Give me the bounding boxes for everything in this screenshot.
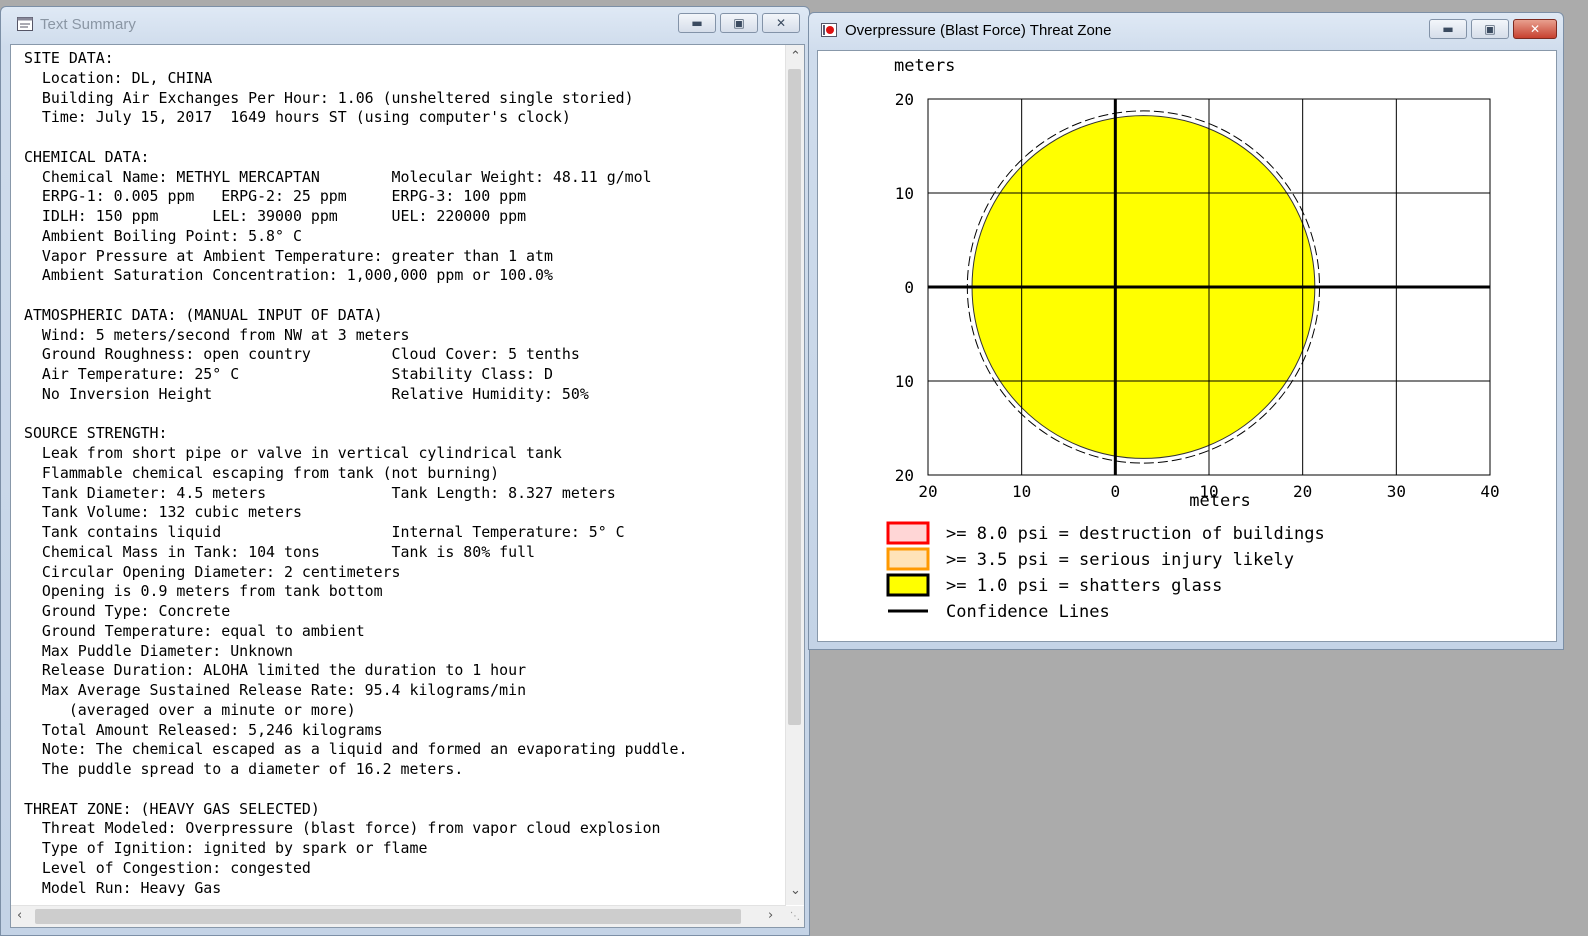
y-tick-label: 20 bbox=[895, 90, 914, 109]
minimize-button[interactable]: ▬ bbox=[1429, 19, 1467, 39]
summary-line: Max Puddle Diameter: Unknown bbox=[24, 641, 293, 660]
x-axis-label: meters bbox=[1189, 491, 1250, 511]
x-tick-label: 30 bbox=[1387, 482, 1406, 501]
legend-swatch bbox=[886, 547, 930, 571]
summary-line: ATMOSPHERIC DATA: (MANUAL INPUT OF DATA) bbox=[24, 305, 383, 324]
legend-label: >= 8.0 psi = destruction of buildings bbox=[946, 524, 1325, 544]
y-axis-label: meters bbox=[894, 56, 955, 76]
x-tick-label: 0 bbox=[1111, 482, 1121, 501]
document-icon bbox=[17, 17, 33, 31]
close-button[interactable]: ✕ bbox=[1513, 19, 1557, 39]
close-icon: ✕ bbox=[775, 16, 787, 30]
threat-zone-plot-area: 20 10 0 10 20 30 40 20 10 0 10 20 >= 8.0 psi = destr… bbox=[817, 50, 1557, 642]
summary-line: Building Air Exchanges Per Hour: 1.06 (u… bbox=[24, 88, 634, 107]
summary-line: Time: July 15, 2017 1649 hours ST (using… bbox=[24, 108, 571, 127]
summary-line: Note: The chemical escaped as a liquid a… bbox=[24, 740, 688, 759]
close-icon: ✕ bbox=[1529, 22, 1541, 36]
legend-label: >= 3.5 psi = serious injury likely bbox=[946, 550, 1294, 570]
summary-line: Circular Opening Diameter: 2 centimeters bbox=[24, 562, 401, 581]
maximize-button[interactable]: ▣ bbox=[720, 13, 758, 33]
horizontal-scroll-thumb[interactable] bbox=[35, 909, 741, 924]
legend-label: Confidence Lines bbox=[946, 602, 1110, 622]
summary-line: Ground Roughness: open country Cloud Cov… bbox=[24, 345, 580, 364]
legend-swatch bbox=[886, 573, 930, 597]
vertical-scroll-thumb[interactable] bbox=[788, 69, 801, 725]
vertical-scrollbar[interactable]: ⌃ ⌄ bbox=[785, 45, 804, 905]
summary-line: Flammable chemical escaping from tank (n… bbox=[24, 463, 500, 482]
summary-line: SOURCE STRENGTH: bbox=[24, 424, 168, 443]
summary-line: Location: DL, CHINA bbox=[24, 68, 213, 87]
threat-zone-titlebar[interactable]: Overpressure (Blast Force) Threat Zone ▬… bbox=[809, 13, 1563, 49]
summary-line: Vapor Pressure at Ambient Temperature: g… bbox=[24, 246, 553, 265]
y-tick-label: 10 bbox=[895, 184, 914, 203]
text-summary-content: SITE DATA: Location: DL, CHINA Building … bbox=[10, 44, 805, 928]
summary-line: IDLH: 150 ppm LEL: 39000 ppm UEL: 220000… bbox=[24, 207, 527, 225]
window-title: Text Summary bbox=[40, 16, 136, 33]
maximize-icon: ▣ bbox=[1484, 22, 1496, 36]
text-summary-window: Text Summary ▬ ▣ ✕ SITE DATA: Location: … bbox=[0, 6, 810, 936]
x-tick-label: 20 bbox=[918, 482, 937, 501]
summary-line: Opening is 0.9 meters from tank bottom bbox=[24, 582, 383, 601]
summary-line: Ambient Boiling Point: 5.8° C bbox=[24, 226, 302, 245]
summary-line: Level of Congestion: congested bbox=[24, 858, 311, 877]
maximize-button[interactable]: ▣ bbox=[1471, 19, 1509, 39]
summary-line: Type of Ignition: ignited by spark or fl… bbox=[24, 839, 428, 857]
legend-swatch bbox=[886, 521, 930, 545]
summary-line: No Inversion Height Relative Humidity: 5… bbox=[24, 384, 589, 403]
summary-line: Chemical Name: METHYL MERCAPTAN Molecula… bbox=[24, 167, 652, 186]
summary-line: ERPG-1: 0.005 ppm ERPG-2: 25 ppm ERPG-3:… bbox=[24, 187, 527, 206]
y-tick-label: 20 bbox=[895, 466, 914, 485]
y-tick-label: 0 bbox=[904, 278, 914, 297]
summary-line: Tank contains liquid Internal Temperatur… bbox=[24, 523, 625, 541]
summary-line: Model Run: Heavy Gas bbox=[24, 878, 222, 897]
text-summary-titlebar[interactable]: Text Summary ▬ ▣ ✕ bbox=[1, 7, 809, 43]
minimize-icon: ▬ bbox=[691, 16, 703, 30]
scroll-left-icon[interactable]: ‹ bbox=[17, 908, 22, 924]
summary-line: Air Temperature: 25° C Stability Class: … bbox=[24, 365, 553, 383]
summary-line: Release Duration: ALOHA limited the dura… bbox=[24, 661, 527, 680]
summary-line: Tank Diameter: 4.5 meters Tank Length: 8… bbox=[24, 483, 616, 502]
summary-line: Tank Volume: 132 cubic meters bbox=[24, 503, 302, 522]
summary-line: Wind: 5 meters/second from NW at 3 meter… bbox=[24, 325, 410, 344]
window-title: Overpressure (Blast Force) Threat Zone bbox=[845, 22, 1112, 39]
scroll-down-icon[interactable]: ⌄ bbox=[790, 883, 801, 899]
summary-line: SITE DATA: bbox=[24, 49, 114, 67]
summary-line: Threat Modeled: Overpressure (blast forc… bbox=[24, 819, 661, 838]
summary-line: (averaged over a minute or more) bbox=[24, 700, 356, 719]
summary-line: Total Amount Released: 5,246 kilograms bbox=[24, 720, 383, 739]
summary-line: THREAT ZONE: (HEAVY GAS SELECTED) bbox=[24, 799, 320, 818]
close-button[interactable]: ✕ bbox=[762, 13, 800, 33]
threat-zone-app-icon bbox=[821, 23, 837, 37]
summary-text: SITE DATA: Location: DL, CHINA Building … bbox=[24, 49, 687, 898]
minimize-button[interactable]: ▬ bbox=[678, 13, 716, 33]
summary-line: Leak from short pipe or valve in vertica… bbox=[24, 444, 562, 462]
summary-line: Ground Temperature: equal to ambient bbox=[24, 621, 365, 640]
y-tick-label: 10 bbox=[895, 372, 914, 391]
summary-line: CHEMICAL DATA: bbox=[24, 147, 150, 166]
summary-line: The puddle spread to a diameter of 16.2 … bbox=[24, 760, 464, 778]
minimize-icon: ▬ bbox=[1442, 22, 1454, 36]
summary-line: Max Average Sustained Release Rate: 95.4… bbox=[24, 681, 527, 699]
x-tick-label: 40 bbox=[1480, 482, 1499, 501]
scroll-right-icon[interactable]: › bbox=[768, 908, 773, 924]
summary-line: Ambient Saturation Concentration: 1,000,… bbox=[24, 266, 553, 285]
x-tick-label: 20 bbox=[1293, 482, 1312, 501]
summary-line: Chemical Mass in Tank: 104 tons Tank is … bbox=[24, 542, 536, 561]
resize-grip-icon[interactable]: ⋱ bbox=[786, 906, 804, 927]
x-tick-label: 10 bbox=[1012, 482, 1031, 501]
summary-line: Ground Type: Concrete bbox=[24, 602, 231, 620]
horizontal-scrollbar[interactable]: ‹ › bbox=[11, 905, 786, 927]
threat-zone-window: Overpressure (Blast Force) Threat Zone ▬… bbox=[808, 12, 1564, 650]
scroll-up-icon[interactable]: ⌃ bbox=[790, 49, 801, 65]
legend-label: >= 1.0 psi = shatters glass bbox=[946, 576, 1222, 596]
threat-zone-chart: 20 10 0 10 20 30 40201001020>= 8.0 psi = destr… bbox=[886, 56, 1500, 622]
maximize-icon: ▣ bbox=[733, 16, 745, 30]
